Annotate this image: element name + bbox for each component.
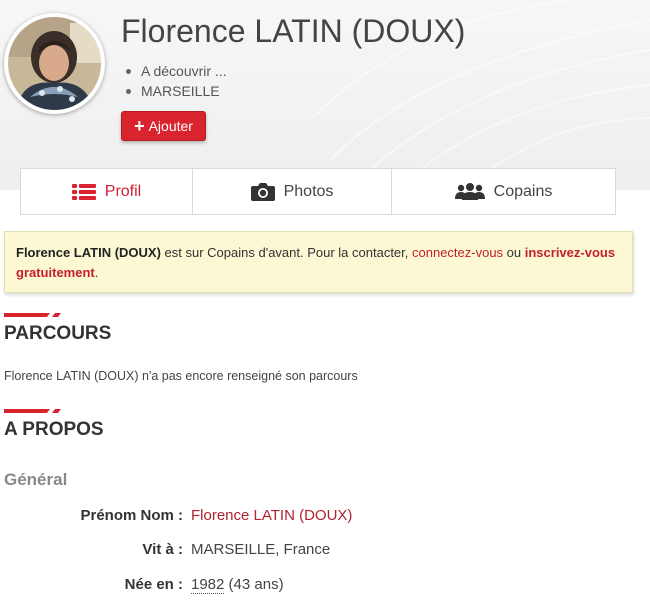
tab-copains[interactable]: Copains bbox=[391, 169, 615, 214]
parcours-title: PARCOURS bbox=[4, 323, 112, 344]
field-value-city: MARSEILLE, France bbox=[191, 541, 331, 558]
profile-tabs: Profil Photos Copains bbox=[20, 168, 616, 215]
field-row-city: Vit à : MARSEILLE, France bbox=[0, 541, 650, 561]
tab-photos-label: Photos bbox=[283, 182, 334, 200]
list-icon bbox=[71, 183, 96, 200]
field-label: Prénom Nom : bbox=[80, 507, 183, 524]
add-friend-label: Ajouter bbox=[148, 118, 193, 134]
field-label: Vit à : bbox=[142, 541, 183, 558]
profile-header: Florence LATIN (DOUX) A découvrir ... MA… bbox=[0, 0, 650, 190]
profile-fact-city: MARSEILLE bbox=[126, 82, 227, 102]
section-accent-bar bbox=[4, 313, 61, 317]
tab-profil-label: Profil bbox=[104, 182, 142, 200]
field-row-name: Prénom Nom : Florence LATIN (DOUX) bbox=[0, 507, 650, 527]
tab-photos[interactable]: Photos bbox=[192, 169, 391, 214]
section-accent-bar bbox=[4, 409, 61, 413]
notice-name: Florence LATIN (DOUX) bbox=[16, 245, 161, 260]
avatar-photo bbox=[8, 17, 101, 110]
friends-icon bbox=[454, 183, 485, 200]
parcours-text: Florence LATIN (DOUX) n'a pas encore ren… bbox=[4, 369, 358, 383]
notice-text-3: . bbox=[94, 265, 99, 280]
field-row-birth: Née en : 1982 (43 ans) bbox=[0, 576, 650, 596]
camera-icon bbox=[250, 183, 275, 201]
avatar[interactable] bbox=[4, 13, 105, 114]
birth-age: (43 ans) bbox=[224, 576, 284, 593]
birth-year: 1982 bbox=[191, 576, 225, 594]
field-value-birth: 1982 (43 ans) bbox=[191, 576, 284, 594]
login-link[interactable]: connectez-vous bbox=[412, 245, 503, 260]
general-subtitle: Général bbox=[4, 470, 68, 489]
plus-icon: + bbox=[134, 116, 145, 136]
login-notice: Florence LATIN (DOUX) est sur Copains d'… bbox=[4, 231, 633, 293]
profile-facts: A découvrir ... MARSEILLE bbox=[126, 62, 227, 102]
profile-name: Florence LATIN (DOUX) bbox=[121, 13, 466, 49]
field-label: Née en : bbox=[124, 576, 183, 593]
profile-fact-status: A découvrir ... bbox=[126, 62, 227, 82]
notice-text-2: ou bbox=[503, 245, 525, 260]
notice-text-1: est sur Copains d'avant. Pour la contact… bbox=[160, 245, 412, 260]
field-value-name[interactable]: Florence LATIN (DOUX) bbox=[191, 507, 352, 524]
add-friend-button[interactable]: + Ajouter bbox=[121, 111, 206, 141]
tab-copains-label: Copains bbox=[493, 182, 553, 200]
tab-profil[interactable]: Profil bbox=[21, 169, 192, 214]
apropos-title: A PROPOS bbox=[4, 419, 104, 440]
